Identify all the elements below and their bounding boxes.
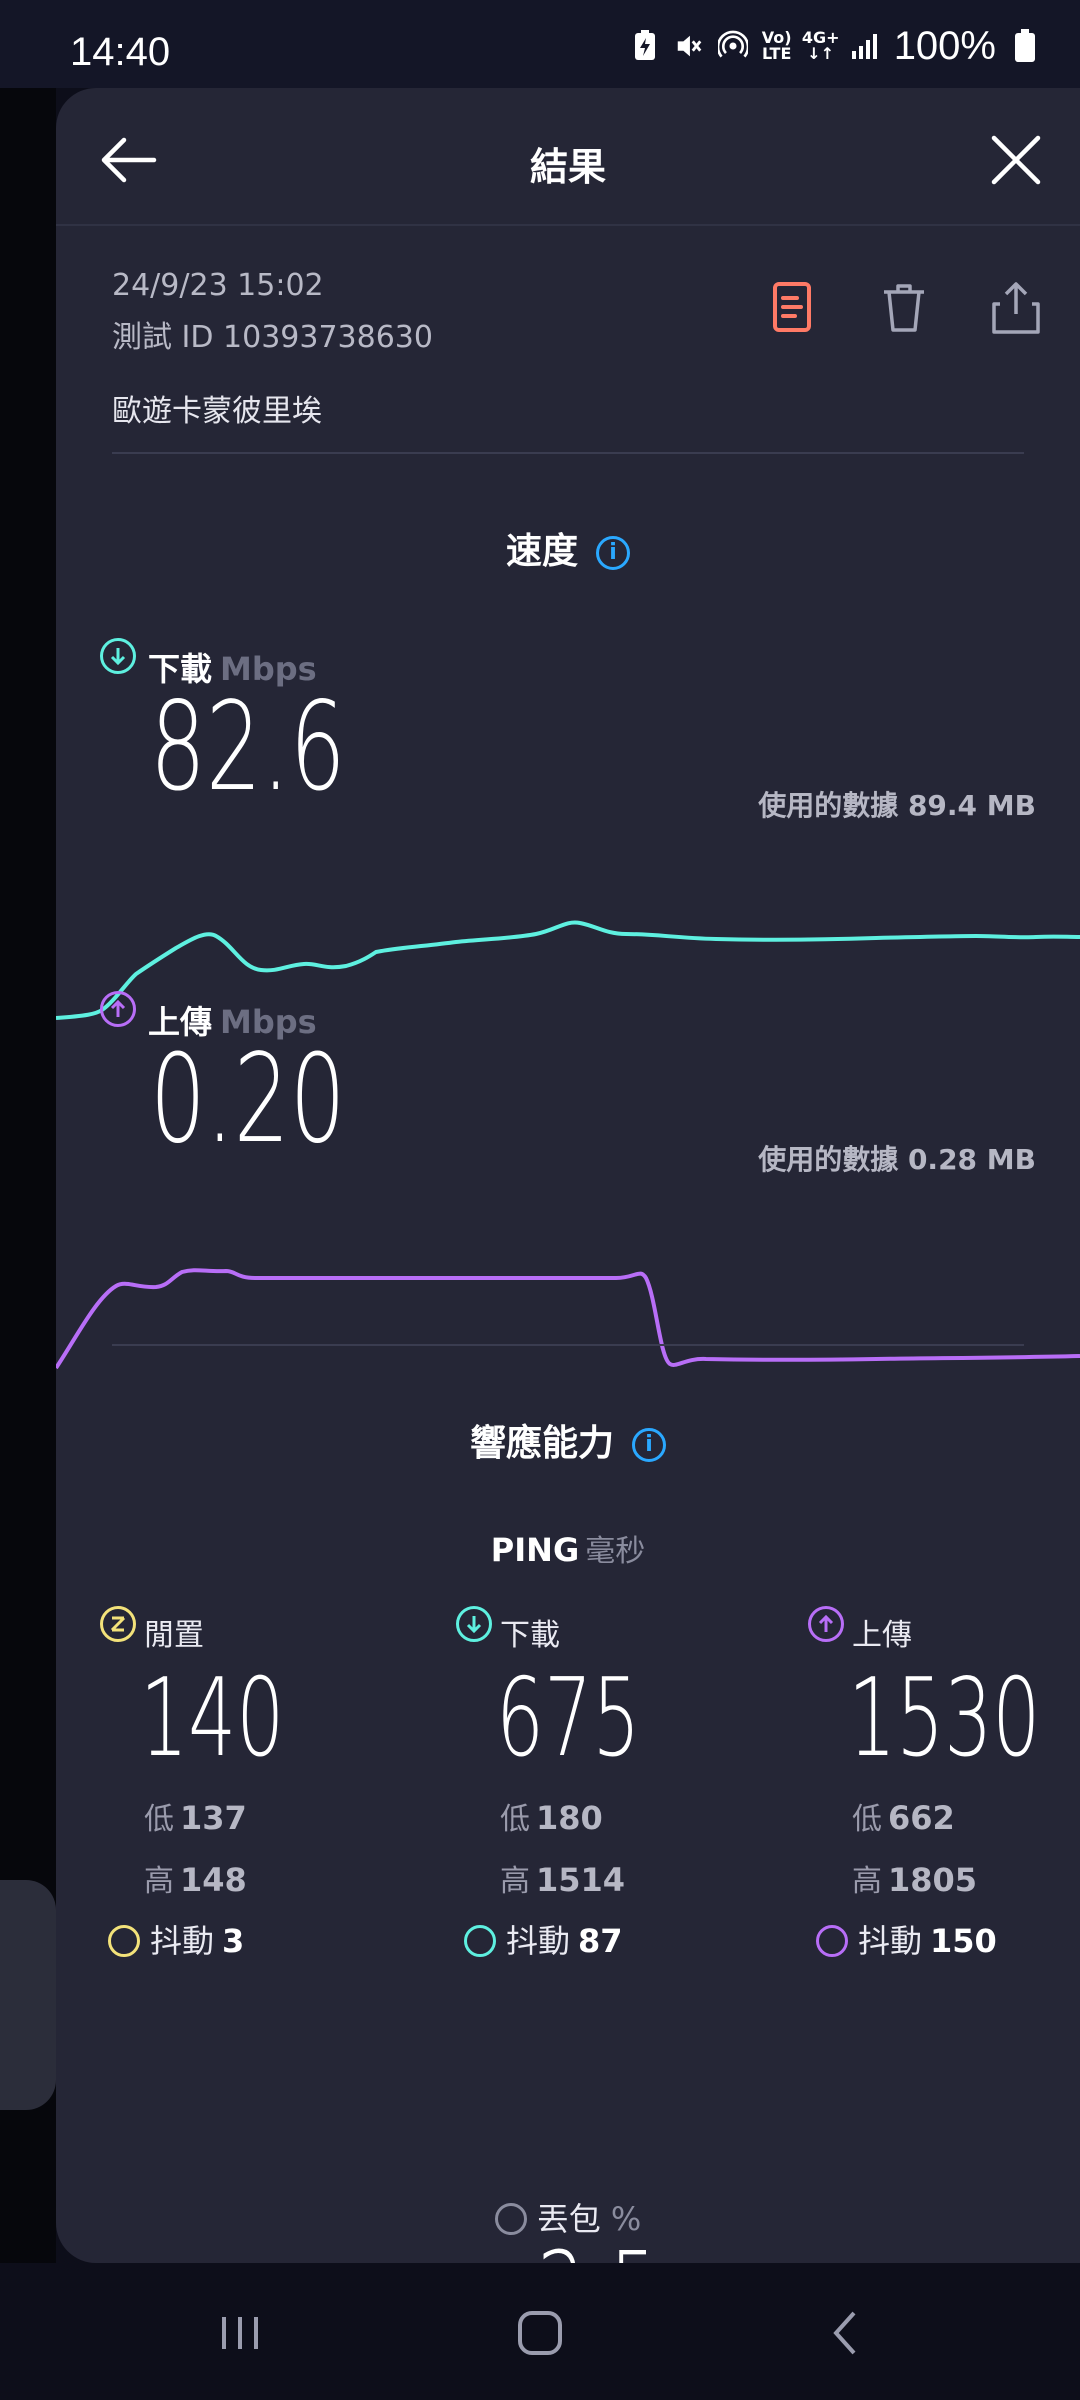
- idle-icon: [100, 1606, 136, 1642]
- share-button[interactable]: [986, 278, 1046, 338]
- delete-button[interactable]: [874, 278, 934, 338]
- trash-icon: [884, 284, 924, 332]
- jitter-icon: [816, 1925, 848, 1957]
- download-ping-label: 下載: [500, 1618, 560, 1653]
- recents-icon: [222, 2317, 258, 2349]
- document-icon: [773, 282, 811, 332]
- details-button[interactable]: [762, 278, 822, 338]
- status-icons: Vo) LTE 4G+ ↓↑ 100%: [630, 23, 1040, 68]
- idle-ping-value: 140: [140, 1656, 285, 1781]
- upload-series-line: [56, 1268, 1080, 1370]
- upload-ping-value: 1530: [848, 1656, 1041, 1781]
- battery-saver-icon: [630, 29, 660, 63]
- share-icon: [992, 282, 1040, 334]
- upload-arrow-icon: [100, 991, 136, 1027]
- upload-arrow-icon: [808, 1606, 844, 1642]
- packet-loss-value: 3.5: [536, 2228, 658, 2263]
- home-icon: [518, 2311, 562, 2355]
- background-app-shade: [0, 1880, 56, 2110]
- download-high: 高 1514: [500, 1861, 626, 1899]
- upload-speed-value: 0.20: [150, 1028, 346, 1170]
- idle-jitter: 抖動 3: [108, 1916, 244, 1962]
- home-button[interactable]: [510, 2303, 570, 2363]
- header: 結果: [56, 88, 1080, 226]
- download-jitter: 抖動 87: [464, 1916, 623, 1962]
- download-arrow-icon: [456, 1606, 492, 1642]
- status-bar: 14:40 Vo) LTE 4G+ ↓↑ 100%: [0, 0, 1080, 88]
- recents-button[interactable]: [210, 2303, 270, 2363]
- idle-high: 高 148: [144, 1861, 247, 1899]
- result-sheet: 結果 24/9/23 15:02 測試 ID 10393738630 歐遊卡蒙彼…: [56, 88, 1080, 2263]
- test-id: 測試 ID 10393738630: [112, 320, 433, 355]
- packet-loss-icon: [494, 2203, 527, 2235]
- info-icon[interactable]: i: [596, 536, 630, 570]
- divider: [112, 1344, 1024, 1346]
- close-button[interactable]: [984, 128, 1048, 192]
- network-4g-icon: 4G+ ↓↑: [801, 28, 840, 63]
- server-name: 歐遊卡蒙彼里埃: [112, 394, 322, 429]
- upload-high: 高 1805: [852, 1861, 978, 1899]
- battery-percent: 100%: [893, 23, 996, 68]
- upload-ping-label: 上傳: [852, 1618, 912, 1653]
- download-ping-value: 675: [496, 1656, 641, 1781]
- info-icon[interactable]: i: [632, 1428, 666, 1462]
- hotspot-icon: [717, 29, 748, 63]
- upload-jitter: 抖動 150: [816, 1916, 997, 1962]
- battery-icon: [1010, 29, 1040, 63]
- back-nav-button[interactable]: [816, 2303, 876, 2363]
- mute-icon: [674, 29, 704, 63]
- ping-title: PING 毫秒: [490, 1531, 646, 1569]
- close-icon: [991, 135, 1041, 185]
- upload-speed-chart: [56, 1268, 1080, 1370]
- idle-label: 閒置: [144, 1618, 204, 1653]
- navigation-bar: [0, 2263, 1080, 2400]
- responsiveness-section-title: 響應能力 i: [56, 1414, 1080, 1466]
- jitter-icon: [108, 1925, 140, 1957]
- idle-low: 低 137: [144, 1799, 247, 1837]
- download-low: 低 180: [500, 1799, 603, 1837]
- upload-low: 低 662: [852, 1799, 955, 1837]
- volte-icon: Vo) LTE: [761, 28, 792, 63]
- jitter-icon: [464, 1925, 496, 1957]
- signal-icon: [850, 29, 880, 63]
- download-speed-value: 82.6: [150, 676, 346, 818]
- page-title: 結果: [529, 145, 606, 189]
- chevron-left-icon: [833, 2311, 856, 2355]
- divider: [112, 452, 1024, 454]
- download-data-used: 使用的數據 89.4 MB: [758, 789, 1036, 822]
- test-date: 24/9/23 15:02: [112, 268, 324, 303]
- status-time: 14:40: [70, 30, 171, 74]
- speed-section-title: 速度 i: [56, 522, 1080, 574]
- download-arrow-icon: [100, 638, 136, 674]
